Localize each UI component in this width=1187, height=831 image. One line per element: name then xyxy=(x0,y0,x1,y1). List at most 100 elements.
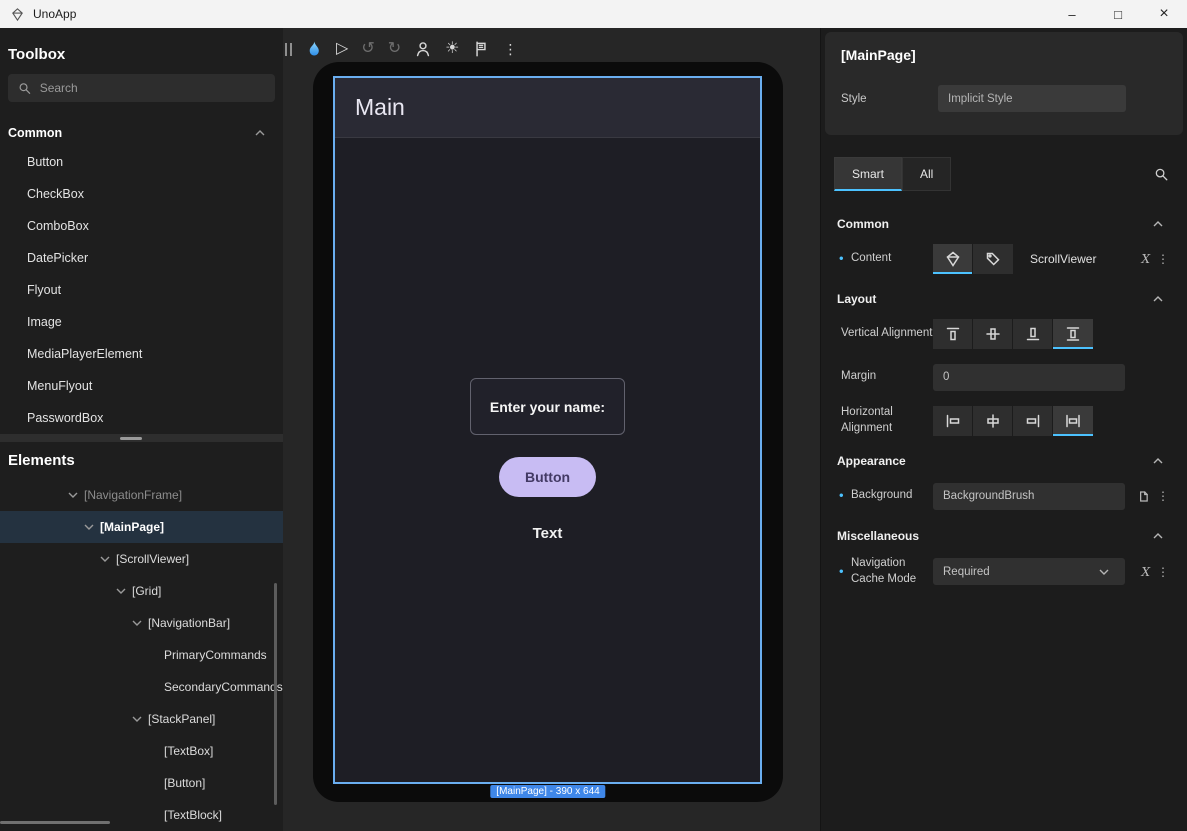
halign-center-button[interactable] xyxy=(973,406,1013,436)
tree-item-label: [Button] xyxy=(164,776,205,790)
section-miscellaneous[interactable]: Miscellaneous xyxy=(837,529,1169,543)
close-button[interactable]: × xyxy=(1141,0,1187,28)
chevron-down-icon[interactable] xyxy=(132,620,142,626)
toolbox-section-common[interactable]: Common xyxy=(8,124,271,141)
elements-horizontal-scrollbar[interactable] xyxy=(0,821,110,824)
chevron-down-icon[interactable] xyxy=(84,524,94,530)
hot-reload-flame-icon[interactable] xyxy=(305,40,323,58)
valign-stretch-button[interactable] xyxy=(1053,319,1093,349)
diamond-icon xyxy=(945,251,961,267)
navigation-cache-mode-select[interactable]: Required xyxy=(933,558,1125,585)
maximize-button[interactable]: □ xyxy=(1095,0,1141,28)
background-input[interactable]: BackgroundBrush xyxy=(933,483,1125,510)
tree-item-label: [ScrollViewer] xyxy=(116,552,189,566)
chevron-up-icon[interactable] xyxy=(1153,296,1163,302)
halign-right-button[interactable] xyxy=(1013,406,1053,436)
toolbox-item-mediaplayerelement[interactable]: MediaPlayerElement xyxy=(0,338,283,370)
tree-item-grid[interactable]: [Grid] xyxy=(0,575,283,607)
toolbox-item-image[interactable]: Image xyxy=(0,306,283,338)
chevron-down-icon[interactable] xyxy=(68,492,78,498)
navigation-bar[interactable]: Main xyxy=(335,78,760,138)
tab-all[interactable]: All xyxy=(902,157,951,191)
modified-dot-icon: • xyxy=(839,487,844,505)
row-more-icon[interactable]: ⋮ xyxy=(1157,252,1169,266)
toolbox-item-button[interactable]: Button xyxy=(0,146,283,178)
section-layout[interactable]: Layout xyxy=(837,292,1169,306)
toolbox-item-passwordbox[interactable]: PasswordBox xyxy=(0,402,283,434)
app-logo-icon xyxy=(10,7,25,22)
toolbox-item-datepicker[interactable]: DatePicker xyxy=(0,242,283,274)
binding-x-icon[interactable]: X xyxy=(1141,252,1150,266)
person-icon[interactable] xyxy=(414,40,432,58)
chevron-down-icon[interactable] xyxy=(100,556,110,562)
toolbox-item-combobox[interactable]: ComboBox xyxy=(0,210,283,242)
section-common[interactable]: Common xyxy=(837,217,1169,231)
minimize-button[interactable]: – xyxy=(1049,0,1095,28)
chevron-down-icon[interactable] xyxy=(116,588,126,594)
properties-panel: [MainPage] Style Implicit Style Smart Al… xyxy=(820,28,1187,831)
tab-smart[interactable]: Smart xyxy=(834,157,902,191)
undo-button[interactable]: ↺ xyxy=(361,41,374,57)
selected-element-card: [MainPage] Style Implicit Style xyxy=(825,32,1183,135)
horizontal-alignment-group xyxy=(933,406,1093,436)
tree-item-primarycommands[interactable]: PrimaryCommands xyxy=(0,639,283,671)
tree-item-mainpage[interactable]: [MainPage] xyxy=(0,511,283,543)
search-input[interactable] xyxy=(40,81,265,95)
toolbox-search[interactable] xyxy=(8,74,275,102)
row-more-icon[interactable]: ⋮ xyxy=(1157,489,1169,503)
page-selection-frame[interactable]: Main Enter your name: Button Text xyxy=(333,76,762,784)
design-textblock[interactable]: Text xyxy=(533,525,563,542)
tree-item-navigationbar[interactable]: [NavigationBar] xyxy=(0,607,283,639)
toolbox-item-flyout[interactable]: Flyout xyxy=(0,274,283,306)
checklist-flag-icon[interactable] xyxy=(472,40,490,58)
properties-search-button[interactable] xyxy=(1154,167,1169,182)
halign-stretch-button[interactable] xyxy=(1053,406,1093,436)
elements-vertical-scrollbar[interactable] xyxy=(274,583,277,805)
design-button[interactable]: Button xyxy=(499,457,596,497)
row-more-icon[interactable]: ⋮ xyxy=(1157,565,1169,579)
tree-item-secondarycommands[interactable]: SecondaryCommands xyxy=(0,671,283,703)
binding-x-icon[interactable]: X xyxy=(1141,565,1150,579)
margin-input[interactable]: 0 xyxy=(933,364,1125,391)
style-input[interactable]: Implicit Style xyxy=(938,85,1126,112)
toolbar-grip-handle[interactable] xyxy=(285,43,292,56)
content-resource-toggle[interactable] xyxy=(973,244,1013,274)
toolbox-panel: Toolbox Common ButtonCheckBoxComboBoxDat… xyxy=(0,28,283,442)
sun-theme-icon[interactable]: ☀ xyxy=(445,41,459,57)
toolbox-item-menuflyout[interactable]: MenuFlyout xyxy=(0,370,283,402)
brush-resource-icon[interactable] xyxy=(1137,490,1150,503)
align-hcenter-icon xyxy=(985,413,1001,429)
valign-top-button[interactable] xyxy=(933,319,973,349)
tree-item-scrollviewer[interactable]: [ScrollViewer] xyxy=(0,543,283,575)
toolbox-item-checkbox[interactable]: CheckBox xyxy=(0,178,283,210)
halign-left-button[interactable] xyxy=(933,406,973,436)
modified-dot-icon: • xyxy=(839,250,844,268)
play-button[interactable]: ▷ xyxy=(336,41,348,57)
valign-bottom-button[interactable] xyxy=(1013,319,1053,349)
more-options-button[interactable]: ⋮ xyxy=(503,42,517,56)
chevron-up-icon[interactable] xyxy=(1153,221,1163,227)
content-editor-toggle xyxy=(933,244,1013,274)
content-element-toggle[interactable] xyxy=(933,244,973,274)
property-row-content: • Content ScrollViewer xyxy=(837,244,1169,274)
toolbox-horizontal-scrollbar[interactable] xyxy=(0,434,283,442)
design-canvas: ▷ ↺ ↻ ☀ ⋮ Main Enter your name: xyxy=(283,28,820,831)
tree-item-button[interactable]: [Button] xyxy=(0,767,283,799)
chevron-up-icon[interactable] xyxy=(255,130,265,136)
tree-item-textbox[interactable]: [TextBox] xyxy=(0,735,283,767)
tree-item-label: SecondaryCommands xyxy=(164,680,283,694)
valign-center-button[interactable] xyxy=(973,319,1013,349)
redo-button[interactable]: ↻ xyxy=(388,41,401,57)
chevron-up-icon[interactable] xyxy=(1153,458,1163,464)
tree-item-navigationframe[interactable]: [NavigationFrame] xyxy=(0,479,283,511)
chevron-up-icon[interactable] xyxy=(1153,533,1163,539)
content-value[interactable]: ScrollViewer xyxy=(1030,252,1096,266)
toolbox-title: Toolbox xyxy=(8,46,283,63)
chevron-down-icon[interactable] xyxy=(132,716,142,722)
tree-item-textblock[interactable]: [TextBlock] xyxy=(0,799,283,831)
vertical-alignment-group xyxy=(933,319,1093,349)
app-title: UnoApp xyxy=(33,7,76,21)
tree-item-stackpanel[interactable]: [StackPanel] xyxy=(0,703,283,735)
design-textbox[interactable]: Enter your name: xyxy=(470,378,625,435)
section-appearance[interactable]: Appearance xyxy=(837,454,1169,468)
